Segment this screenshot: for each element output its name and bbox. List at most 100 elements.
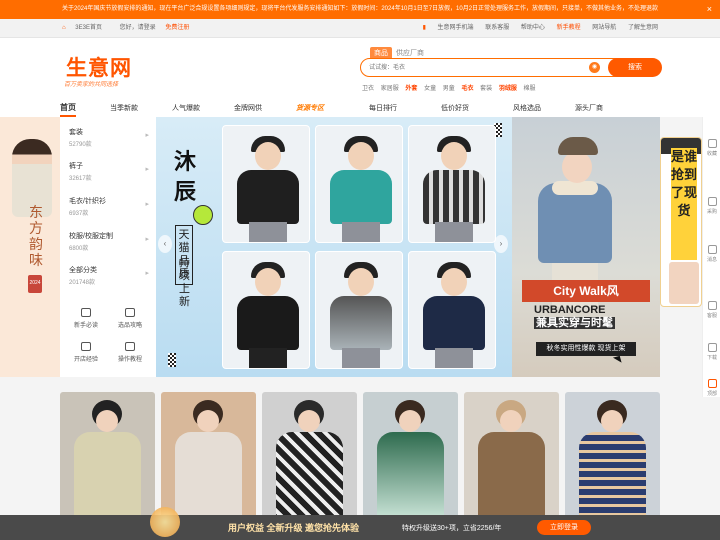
nav-source[interactable]: 货源专区 xyxy=(296,103,324,113)
hot-word[interactable]: 毛衣 xyxy=(461,86,473,92)
home-link[interactable]: ⌂ 3E3E首页 xyxy=(62,25,110,31)
float-ad-image xyxy=(669,262,699,304)
tool-newbie[interactable]: 新手必读 xyxy=(62,308,110,329)
book-icon xyxy=(81,308,91,317)
home-icon: ⌂ xyxy=(62,25,66,31)
nav-ranking[interactable]: 每日排行 xyxy=(369,103,397,113)
register-link[interactable]: 免费注册 xyxy=(165,25,189,31)
login-link[interactable]: 您好，请登录 xyxy=(120,25,156,31)
banner-product xyxy=(222,125,310,243)
nav-cheap[interactable]: 低价好货 xyxy=(441,103,469,113)
right-ad-title: City Walk风 xyxy=(522,280,650,302)
camera-icon[interactable]: ◉ xyxy=(589,62,600,73)
tool-experience[interactable]: 开店经验 xyxy=(62,342,110,363)
product-card[interactable] xyxy=(464,392,559,522)
promo-desc: 特权升级送30+项，立省2256/年 xyxy=(402,525,502,532)
hot-word[interactable]: 卫衣 xyxy=(362,86,374,92)
main-banner[interactable]: 沐辰 天猫品质 持续上新 ‹ › xyxy=(156,117,512,377)
category-count: 32617款 xyxy=(69,176,92,182)
nav-popular[interactable]: 人气爆款 xyxy=(172,103,200,113)
category-item[interactable]: 套装 52790款 ▸ xyxy=(69,127,149,148)
main-nav: 首页 当季新款 人气爆款 金牌网供 货源专区 每日排行 低价好货 风格选品 源头… xyxy=(0,98,720,117)
search-box: ◉ 搜索 xyxy=(360,58,662,77)
category-count: 6937款 xyxy=(69,211,89,217)
header: 生意网 百万卖家的共同选择 商品供应厂商 ◉ 搜索 卫衣 家居服 外套 女童 男… xyxy=(0,38,720,98)
top-bar: ⌂ 3E3E首页 您好，请登录 免费注册 ▮ 生意网手机端 联系客服 帮助中心 … xyxy=(0,19,720,38)
sitenav-link[interactable]: 网站导航 xyxy=(592,25,616,31)
notice-text: 关于2024年国庆节放假安排的通知，现在平台广泛合规设置各项细则规定，现将平台代… xyxy=(62,6,659,12)
logo[interactable]: 生意网 xyxy=(66,52,132,82)
service-link[interactable]: 联系客服 xyxy=(485,25,509,31)
floating-ad[interactable]: 是谁抢到了现货 xyxy=(660,137,702,307)
hot-word[interactable]: 家居服 xyxy=(381,86,399,92)
product-card[interactable] xyxy=(262,392,357,522)
close-icon[interactable]: × xyxy=(707,0,712,19)
category-item[interactable]: 校服/校服定制 6800款 ▸ xyxy=(69,231,149,252)
rail-service[interactable]: 客服 xyxy=(703,301,720,319)
category-item[interactable]: 全部分类 201748款 ▸ xyxy=(69,265,149,286)
float-ad-text: 是谁抢到了现货 xyxy=(671,148,697,260)
banner-prev-button[interactable]: ‹ xyxy=(158,235,172,253)
bell-icon xyxy=(707,245,717,254)
search-button[interactable]: 搜索 xyxy=(608,58,662,77)
rail-download[interactable]: 下载 xyxy=(703,343,720,361)
tool-guide[interactable]: 选品攻略 xyxy=(106,308,154,329)
product-card[interactable] xyxy=(60,392,155,522)
hot-word[interactable]: 羽绒服 xyxy=(499,86,517,92)
banner-product xyxy=(408,125,496,243)
banner-subtitle-2: 持续上新 xyxy=(179,257,190,308)
hot-word[interactable]: 外套 xyxy=(405,86,417,92)
right-rail: 收藏 采购 消息 客服 下载 顶部 xyxy=(702,117,720,397)
category-panel: 套装 52790款 ▸ 裤子 32617款 ▸ 毛衣/针织衫 6937款 ▸ 校… xyxy=(60,117,156,377)
product-card[interactable] xyxy=(161,392,256,522)
product-card[interactable] xyxy=(565,392,660,522)
rail-favorite[interactable]: 收藏 xyxy=(703,139,720,157)
category-item[interactable]: 裤子 32617款 ▸ xyxy=(69,161,149,182)
rail-message[interactable]: 消息 xyxy=(703,245,720,263)
left-ad-year: 2024 xyxy=(29,280,41,286)
help-link[interactable]: 帮助中心 xyxy=(521,25,545,31)
product-card[interactable] xyxy=(363,392,458,522)
category-name: 毛衣/针织衫 xyxy=(69,198,106,205)
category-count: 52790款 xyxy=(69,142,92,148)
rail-top[interactable]: 顶部 xyxy=(703,379,720,397)
hot-word[interactable]: 套装 xyxy=(480,86,492,92)
rail-purchase[interactable]: 采购 xyxy=(703,197,720,215)
notice-bar: 关于2024年国庆节放假安排的通知，现在平台广泛合规设置各项细则规定，现将平台代… xyxy=(0,0,720,19)
gift-icon xyxy=(150,507,180,537)
about-link[interactable]: 了解生意网 xyxy=(628,25,658,31)
login-button[interactable]: 立即登录 xyxy=(537,520,591,535)
chevron-right-icon: ▸ xyxy=(145,236,149,243)
banner-product xyxy=(315,251,403,369)
hot-word[interactable]: 女童 xyxy=(424,86,436,92)
newbie-link[interactable]: 新手教程 xyxy=(557,25,581,31)
shirt-icon xyxy=(125,308,135,317)
arrow-up-icon xyxy=(707,379,717,388)
banner-title: 沐辰 xyxy=(173,149,196,205)
category-item[interactable]: 毛衣/针织衫 6937款 ▸ xyxy=(69,196,149,217)
bottom-promo-bar: 用户权益 全新升级 邀您抢先体验 特权升级送30+项，立省2256/年 立即登录 xyxy=(0,507,720,540)
nav-factory[interactable]: 源头厂商 xyxy=(575,103,603,113)
nav-style[interactable]: 风格选品 xyxy=(513,103,541,113)
left-ad[interactable]: 东方韵味 2024 xyxy=(0,117,60,377)
chevron-right-icon: ▸ xyxy=(145,166,149,173)
category-count: 6800款 xyxy=(69,246,89,252)
hot-word[interactable]: 男童 xyxy=(443,86,455,92)
banner-next-button[interactable]: › xyxy=(494,235,508,253)
smiley-icon xyxy=(193,205,213,225)
promo-title: 用户权益 全新升级 邀您抢先体验 xyxy=(228,523,360,533)
right-ad[interactable]: City Walk风 URBANCORE 兼具实穿与时髦 秋冬实用性爆款 现货上… xyxy=(512,117,660,377)
search-input[interactable] xyxy=(369,62,589,73)
shop-icon xyxy=(81,342,91,351)
right-ad-brand: URBANCORE 兼具实穿与时髦 xyxy=(534,304,615,329)
nav-home[interactable]: 首页 xyxy=(60,102,76,117)
hot-word[interactable]: 棉服 xyxy=(524,86,536,92)
headset-icon xyxy=(707,301,717,310)
tool-tutorial[interactable]: 操作教程 xyxy=(106,342,154,363)
mobile-link[interactable]: ▮ 生意网手机端 xyxy=(413,25,474,31)
hot-words: 卫衣 家居服 外套 女童 男童 毛衣 套装 羽绒服 棉服 xyxy=(362,83,541,92)
nav-new[interactable]: 当季新款 xyxy=(110,103,138,113)
banner-product xyxy=(315,125,403,243)
nav-gold[interactable]: 金牌网供 xyxy=(234,103,262,113)
category-name: 套装 xyxy=(69,129,83,136)
